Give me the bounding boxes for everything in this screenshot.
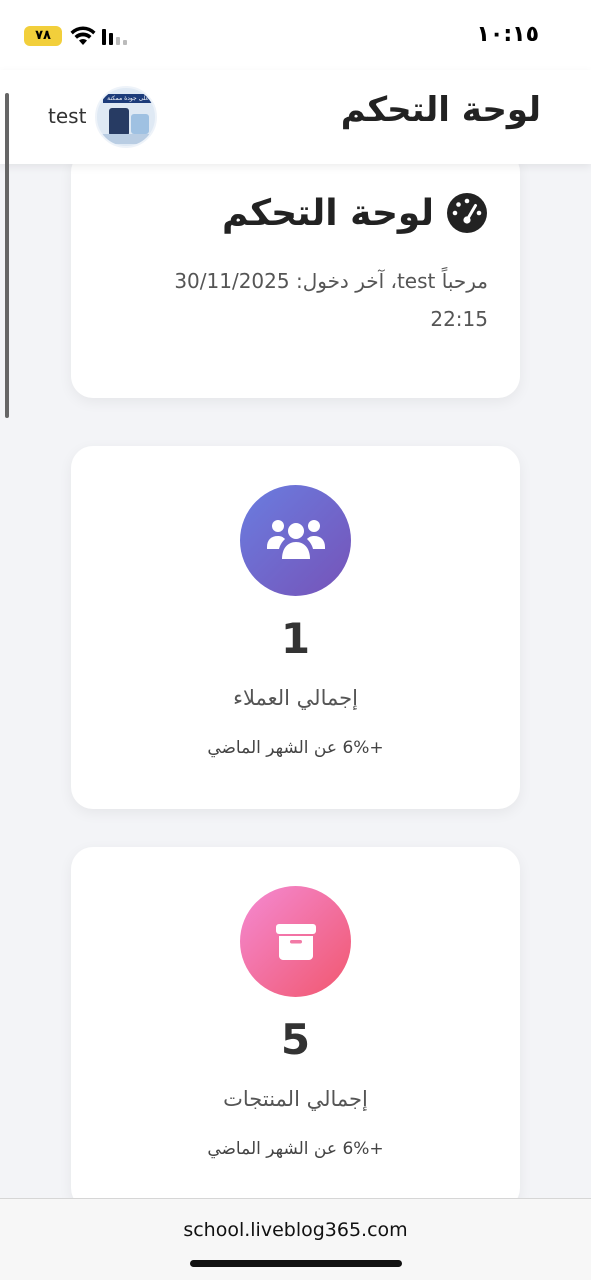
stat-value: 1 bbox=[280, 614, 311, 663]
welcome-title: لوحة التحكم bbox=[221, 192, 434, 234]
browser-address-bar[interactable]: school.liveblog365.com bbox=[0, 1198, 591, 1280]
welcome-card: لوحة التحكم مرحباً test، آخر دخول: 30/11… bbox=[71, 150, 520, 398]
scrollbar[interactable] bbox=[5, 93, 9, 418]
avatar-image-element bbox=[101, 134, 155, 144]
status-bar: ٧٨ ١٠:١٥ bbox=[0, 0, 591, 70]
avatar-image-element bbox=[109, 108, 129, 136]
home-indicator[interactable] bbox=[190, 1260, 402, 1267]
page-title: لوحة التحكم bbox=[340, 90, 541, 130]
url-text[interactable]: school.liveblog365.com bbox=[0, 1219, 591, 1241]
users-icon bbox=[266, 519, 325, 559]
stat-change: +6% عن الشهر الماضي bbox=[207, 738, 384, 758]
avatar-image-element bbox=[131, 114, 149, 134]
username-label[interactable]: test bbox=[48, 104, 86, 128]
wifi-icon bbox=[70, 26, 96, 45]
stat-card-products: 5 إجمالي المنتجات +6% عن الشهر الماضي bbox=[71, 847, 520, 1210]
stat-icon-circle bbox=[240, 886, 351, 997]
clock: ١٠:١٥ bbox=[476, 22, 539, 47]
stat-icon-circle bbox=[240, 485, 351, 596]
avatar[interactable]: أعلى جودة ممكنة bbox=[95, 86, 157, 148]
tachometer-icon bbox=[447, 193, 487, 233]
battery-indicator: ٧٨ bbox=[24, 26, 62, 46]
app-header: test أعلى جودة ممكنة لوحة التحكم bbox=[0, 70, 591, 164]
avatar-banner-text: أعلى جودة ممكنة bbox=[103, 94, 155, 103]
stat-card-customers: 1 إجمالي العملاء +6% عن الشهر الماضي bbox=[71, 446, 520, 809]
stat-value: 5 bbox=[280, 1015, 311, 1064]
welcome-message: مرحباً test، آخر دخول: 30/11/2025 22:15 bbox=[174, 269, 488, 331]
box-icon bbox=[275, 923, 316, 960]
screen: ٧٨ ١٠:١٥ test أعلى جودة ممكنة لوحة التحك… bbox=[0, 0, 591, 1280]
stat-label: إجمالي العملاء bbox=[233, 686, 358, 710]
signal-icon bbox=[102, 29, 127, 45]
welcome-title-row: لوحة التحكم bbox=[222, 192, 488, 234]
stat-change: +6% عن الشهر الماضي bbox=[207, 1139, 384, 1159]
stat-label: إجمالي المنتجات bbox=[223, 1087, 368, 1111]
